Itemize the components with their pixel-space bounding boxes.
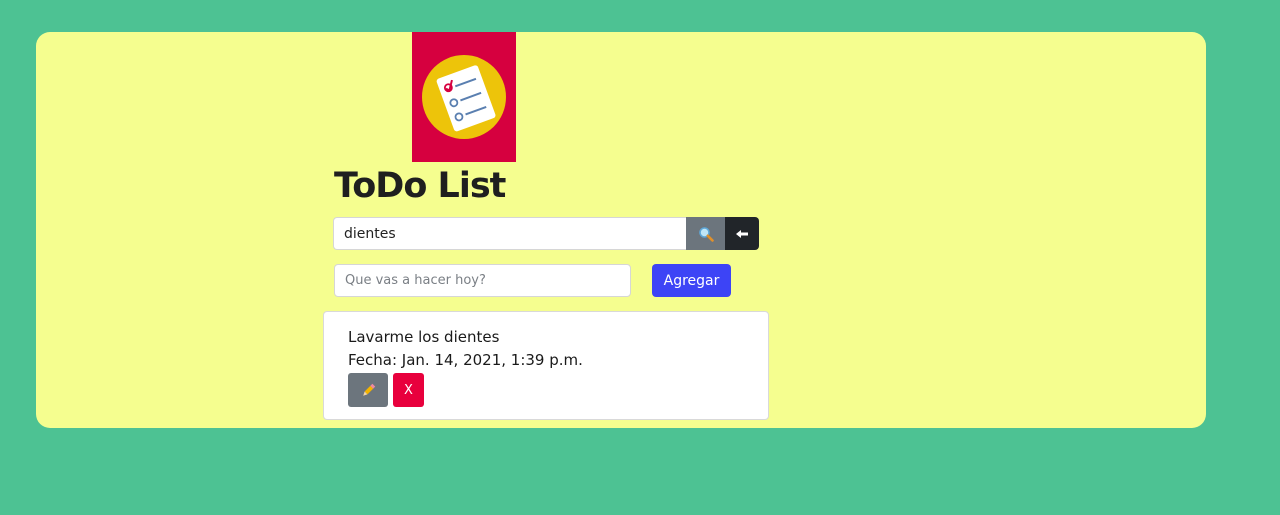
arrow-left-icon — [736, 229, 748, 238]
todo-text: Lavarme los dientes — [348, 328, 500, 346]
new-task-input[interactable] — [334, 264, 631, 297]
checklist-icon — [422, 55, 506, 139]
pencil-icon — [362, 383, 375, 396]
edit-button[interactable] — [348, 373, 388, 407]
app-logo — [412, 32, 516, 162]
page-title: ToDo List — [334, 166, 506, 206]
delete-button[interactable]: X — [393, 373, 424, 407]
back-button[interactable] — [725, 217, 759, 250]
search-button[interactable] — [686, 217, 725, 250]
search-input[interactable] — [333, 217, 686, 250]
add-button[interactable]: Agregar — [652, 264, 731, 297]
search-bar — [333, 217, 759, 250]
todo-item: Lavarme los dientes Fecha: Jan. 14, 2021… — [323, 311, 769, 420]
todo-date: Fecha: Jan. 14, 2021, 1:39 p.m. — [348, 351, 583, 369]
magnifier-icon — [698, 226, 714, 242]
